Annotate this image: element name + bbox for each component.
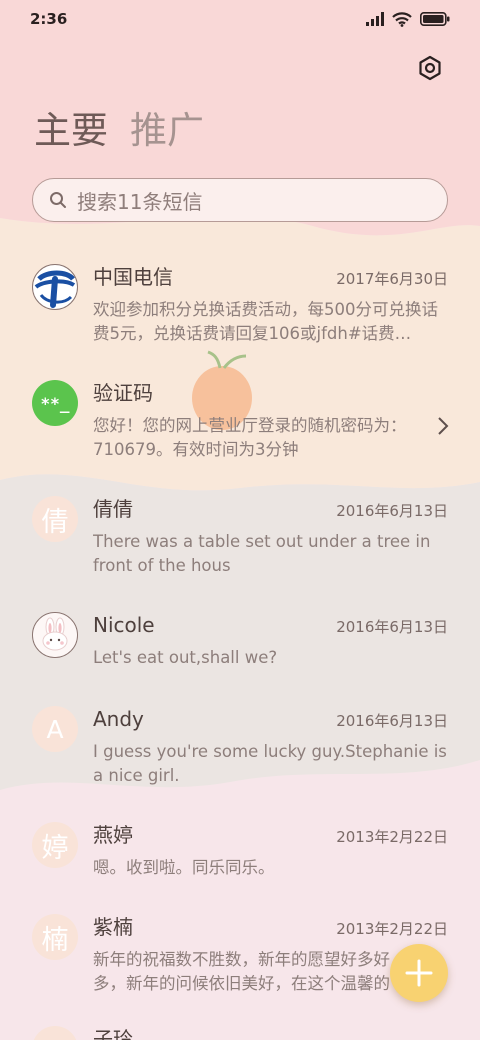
search-input[interactable]: 搜索11条短信 bbox=[32, 178, 448, 222]
conversation-item[interactable]: Nicole 2016年6月13日 Let's eat out,shall we… bbox=[0, 612, 480, 712]
contact-name: 子玲 bbox=[93, 1027, 133, 1040]
conversation-item[interactable]: 婷 燕婷 2013年2月22日 嗯。收到啦。同乐同乐。 bbox=[0, 822, 480, 922]
search-icon bbox=[50, 192, 66, 208]
message-date: 2016年6月13日 bbox=[336, 712, 448, 730]
status-time: 2:36 bbox=[30, 10, 68, 28]
status-bar: 2:36 bbox=[0, 0, 480, 38]
message-date: 2017年6月30日 bbox=[336, 270, 448, 288]
avatar bbox=[32, 1026, 78, 1040]
message-preview: I guess you're some lucky guy.Stephanie … bbox=[93, 742, 447, 785]
status-icons bbox=[366, 11, 450, 27]
conversation-item[interactable]: 子玲 bbox=[0, 1026, 480, 1040]
bunny-avatar-icon bbox=[32, 612, 78, 658]
message-preview: There was a table set out under a tree i… bbox=[93, 532, 431, 575]
avatar: 楠 bbox=[32, 914, 78, 960]
chevron-right-icon[interactable] bbox=[436, 416, 450, 436]
message-date: 2013年2月22日 bbox=[336, 828, 448, 846]
message-preview: 欢迎参加积分兑换话费活动，每500分可兑换话费5元，兑换话费请回复106或jfd… bbox=[93, 300, 438, 343]
plus-icon bbox=[405, 959, 433, 987]
message-date: 2016年6月13日 bbox=[336, 502, 448, 520]
conversation-item[interactable]: 倩 倩倩 2016年6月13日 There was a table set ou… bbox=[0, 496, 480, 596]
message-date: 2013年2月22日 bbox=[336, 920, 448, 938]
message-preview: 您好！您的网上营业厅登录的随机密码为：710679。有效时间为3分钟 bbox=[93, 416, 407, 459]
verification-code-icon: **_ bbox=[32, 380, 78, 426]
conversation-item[interactable]: **_ 验证码 您好！您的网上营业厅登录的随机密码为：710679。有效时间为3… bbox=[0, 380, 480, 480]
contact-name: 紫楠 bbox=[93, 915, 133, 939]
conversation-item[interactable]: A Andy 2016年6月13日 I guess you're some lu… bbox=[0, 706, 480, 806]
contact-name: 中国电信 bbox=[93, 265, 173, 289]
tab-bar: 主要 推广 bbox=[34, 108, 204, 154]
avatar: 倩 bbox=[32, 496, 78, 542]
contact-name: Nicole bbox=[93, 613, 155, 637]
new-message-button[interactable] bbox=[390, 944, 448, 1002]
wifi-icon bbox=[392, 11, 412, 27]
china-telecom-logo-icon bbox=[32, 264, 78, 310]
conversation-item[interactable]: 中国电信 2017年6月30日 欢迎参加积分兑换话费活动，每500分可兑换话费5… bbox=[0, 264, 480, 364]
contact-name: Andy bbox=[93, 707, 144, 731]
contact-name: 验证码 bbox=[93, 381, 153, 405]
settings-icon bbox=[419, 55, 441, 81]
battery-icon bbox=[420, 12, 450, 26]
tab-main[interactable]: 主要 bbox=[34, 108, 108, 154]
message-preview: 嗯。收到啦。同乐同乐。 bbox=[93, 858, 275, 877]
message-date: 2016年6月13日 bbox=[336, 618, 448, 636]
message-preview: Let's eat out,shall we? bbox=[93, 648, 278, 667]
search-placeholder: 搜索11条短信 bbox=[77, 189, 203, 214]
contact-name: 倩倩 bbox=[93, 497, 133, 521]
settings-button[interactable] bbox=[414, 52, 446, 84]
avatar: 婷 bbox=[32, 822, 78, 868]
avatar: A bbox=[32, 706, 78, 752]
message-preview: 新年的祝福数不胜数，新年的愿望好多好多，新年的问候依旧美好，在这个温馨的时刻 bbox=[93, 950, 390, 993]
tab-promotions[interactable]: 推广 bbox=[130, 108, 204, 154]
contact-name: 燕婷 bbox=[93, 823, 133, 847]
signal-icon bbox=[366, 12, 384, 26]
